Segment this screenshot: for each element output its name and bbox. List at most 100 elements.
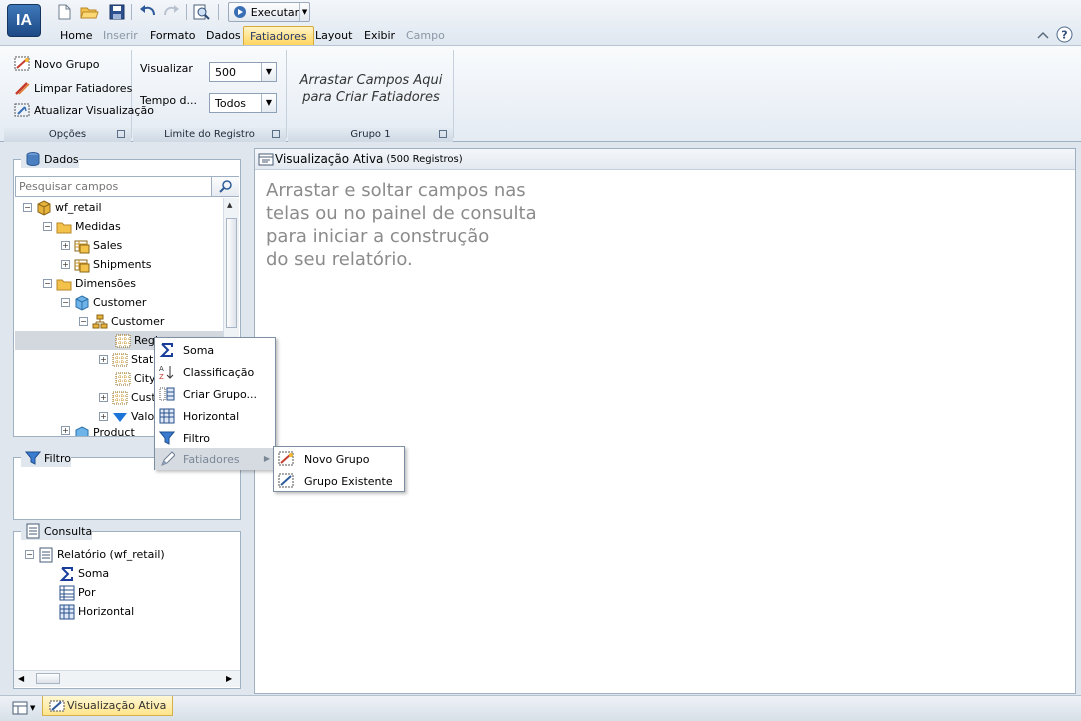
expand-icon[interactable]: + (61, 260, 70, 269)
tree-item-city[interactable]: City (115, 369, 156, 388)
chevron-down-icon: ▼ (261, 94, 276, 112)
help-icon[interactable]: ? (1056, 26, 1073, 43)
menu-item-sum[interactable]: Soma (155, 339, 275, 361)
measure-group-icon (74, 259, 90, 272)
expand-icon[interactable]: + (99, 412, 108, 421)
dialog-launcher-icon[interactable] (272, 130, 280, 138)
expand-icon[interactable]: + (99, 355, 108, 364)
menu-item-slicers[interactable]: Fatiadores ▶ (155, 448, 275, 470)
tab-dados[interactable]: Dados (200, 26, 247, 45)
tab-home[interactable]: Home (54, 26, 98, 45)
collapse-icon[interactable]: − (25, 550, 34, 559)
tree-item-product[interactable]: + Product (61, 426, 135, 436)
existing-slicer-icon (278, 473, 294, 488)
field-grid-icon (115, 372, 131, 385)
collapse-icon[interactable]: − (43, 222, 52, 231)
query-item-sum[interactable]: Soma (59, 564, 109, 583)
view-label: Visualizar (140, 62, 193, 75)
collapse-icon[interactable]: − (79, 317, 88, 326)
tab-campo[interactable]: Campo (400, 26, 451, 45)
tab-formato[interactable]: Formato (144, 26, 202, 45)
collapse-icon[interactable]: − (23, 203, 32, 212)
chevron-down-icon[interactable]: ▼ (299, 3, 309, 21)
canvas-header: Visualização Ativa (500 Registros) (255, 149, 1075, 170)
scroll-right-icon[interactable]: ▶ (226, 674, 232, 683)
tree-item-dimensions[interactable]: − Dimensões (43, 274, 136, 293)
print-preview-icon[interactable] (191, 3, 211, 21)
refresh-icon (14, 103, 30, 117)
sort-az-icon: AZ (159, 365, 174, 380)
tree-item-state[interactable]: + Stat (99, 350, 153, 369)
filter-panel-title: Filtro (21, 449, 71, 467)
collapse-icon[interactable]: − (43, 279, 52, 288)
tab-exibir[interactable]: Exibir (358, 26, 401, 45)
query-panel-title: Consulta (21, 522, 93, 540)
tab-inserir[interactable]: Inserir (97, 26, 144, 45)
dialog-launcher-icon[interactable] (439, 130, 447, 138)
query-item-horizontal[interactable]: Horizontal (59, 602, 134, 621)
new-group-button[interactable]: Novo Grupo (14, 54, 99, 74)
canvas-area[interactable]: Visualização Ativa (500 Registros) Arras… (254, 148, 1076, 694)
collapse-icon[interactable]: − (61, 298, 70, 307)
record-limit-group-label: Limite do Registro (133, 128, 286, 142)
scroll-up-icon[interactable]: ▲ (227, 201, 232, 209)
clear-slicers-button[interactable]: Limpar Fatiadores (14, 78, 132, 98)
columns-grid-icon (59, 604, 75, 619)
tree-item-region[interactable]: Regi (115, 331, 158, 350)
collapse-ribbon-icon[interactable] (1036, 28, 1050, 42)
query-item-report[interactable]: − Relatório (wf_retail) (25, 545, 165, 564)
tree-item-measures[interactable]: − Medidas (43, 217, 121, 236)
redo-icon[interactable] (162, 3, 182, 21)
save-icon[interactable] (107, 3, 127, 21)
field-grid-icon (115, 334, 131, 347)
tree-item-customer-dimension[interactable]: − Customer (61, 293, 146, 312)
app-logo[interactable]: IA (7, 4, 41, 37)
tree-item-sales[interactable]: + Sales (61, 236, 122, 255)
menu-item-sort[interactable]: AZ Classificação (155, 361, 275, 383)
cube-icon (37, 199, 51, 216)
svg-text:Z: Z (159, 373, 164, 380)
expand-icon[interactable]: + (99, 393, 108, 402)
open-folder-icon[interactable] (79, 3, 99, 21)
menu-item-horizontal[interactable]: Horizontal (155, 405, 275, 427)
tab-fatiadores[interactable]: Fatiadores (243, 26, 314, 45)
status-tab-active-view[interactable]: Visualização Ativa (42, 696, 174, 716)
sigma-icon (59, 566, 73, 581)
execute-button[interactable]: Executar ▼ (228, 2, 310, 22)
menu-item-create-group[interactable]: Criar Grupo... (155, 383, 275, 405)
tree-item-customer-hierarchy[interactable]: − Customer (79, 312, 164, 331)
submenu-arrow-icon: ▶ (263, 454, 270, 463)
tab-layout[interactable]: Layout (309, 26, 358, 45)
scrollbar-thumb[interactable] (36, 673, 60, 684)
submenu-item-existing-group[interactable]: Grupo Existente (274, 470, 404, 492)
query-item-by[interactable]: Por (59, 583, 96, 602)
undo-icon[interactable] (137, 3, 157, 21)
tree-item-cust[interactable]: + Cust (99, 388, 156, 407)
funnel-icon (25, 451, 41, 465)
field-grid-icon (112, 353, 128, 366)
tree-item-valo[interactable]: + Valo (99, 407, 154, 426)
view-switcher-button[interactable]: ▼ (12, 699, 40, 717)
columns-grid-icon (159, 408, 175, 424)
context-menu: Soma AZ Classificação Criar Grupo... Hor… (154, 337, 276, 470)
slicer-drop-zone[interactable]: Arrastar Campos Aqui para Criar Fatiador… (288, 72, 454, 106)
scrollbar-thumb[interactable] (226, 218, 237, 328)
time-limit-select[interactable]: Todos ▼ (209, 93, 277, 113)
query-hscrollbar[interactable]: ◀ ▶ (14, 670, 240, 687)
view-limit-select[interactable]: 500 ▼ (209, 62, 277, 82)
expand-icon[interactable]: + (61, 241, 70, 250)
tree-item-root[interactable]: − wf_retail (23, 198, 102, 217)
new-file-icon[interactable] (54, 3, 74, 21)
folder-icon (56, 222, 72, 233)
dialog-launcher-icon[interactable] (117, 130, 125, 138)
expand-icon[interactable]: + (61, 426, 70, 435)
scroll-left-icon[interactable]: ◀ (18, 674, 24, 683)
menu-item-filter[interactable]: Filtro (155, 427, 275, 449)
submenu-item-new-group[interactable]: Novo Grupo (274, 448, 404, 470)
folder-icon (56, 279, 72, 290)
canvas-title: Visualização Ativa (275, 152, 384, 166)
active-view-icon (258, 153, 274, 166)
ribbon: Novo Grupo Limpar Fatiadores Atualizar V… (0, 46, 1081, 142)
funnel-icon (159, 431, 175, 445)
tree-item-shipments[interactable]: + Shipments (61, 255, 152, 274)
